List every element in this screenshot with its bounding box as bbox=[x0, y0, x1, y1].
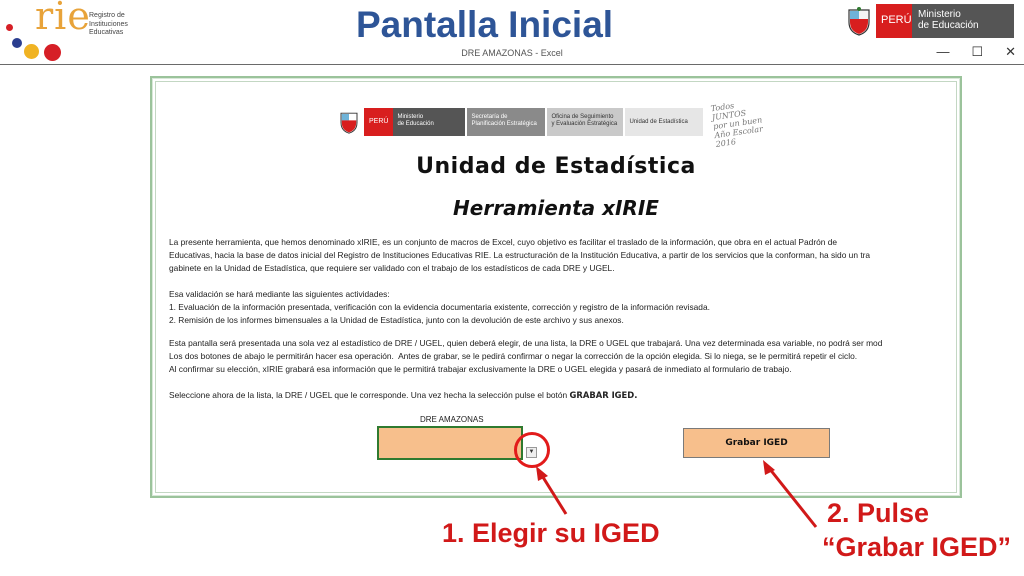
highlight-circle bbox=[514, 432, 550, 468]
dre-ugel-select[interactable] bbox=[377, 426, 523, 460]
excel-window-title: DRE AMAZONAS - Excel bbox=[461, 48, 563, 58]
excel-sheet: PERÚ Ministerio de Educación Secretaría … bbox=[150, 76, 962, 498]
rie-logo-dot-red bbox=[6, 24, 13, 31]
header-divider bbox=[0, 64, 1024, 65]
intro-paragraph: La presente herramienta, que hemos denom… bbox=[169, 237, 871, 273]
sheet-inner-border bbox=[155, 81, 957, 493]
dre-select-label: DRE AMAZONAS bbox=[420, 415, 484, 424]
minedu-name: Ministerio de Educación bbox=[912, 4, 1014, 38]
annotation-step2: 2. Pulse “Grabar IGED” bbox=[822, 496, 1016, 564]
select-instruction-text: Seleccione ahora de la lista, la DRE / U… bbox=[169, 390, 570, 400]
minimize-icon[interactable]: — bbox=[936, 44, 949, 60]
minedu-logo: PERÚ Ministerio de Educación bbox=[846, 4, 1014, 38]
rie-logo-word: rie bbox=[35, 0, 91, 38]
logo-slogan: Todos JUNTOS por un buen Año Escolar 201… bbox=[710, 100, 764, 149]
grabar-iged-button[interactable]: Grabar IGED bbox=[683, 428, 830, 458]
institution-logo-strip: PERÚ Ministerio de Educación Secretaría … bbox=[338, 101, 773, 148]
window-controls: — ☐ ✕ bbox=[936, 44, 1016, 60]
sheet-subtitle: Herramienta xIRIE bbox=[453, 196, 659, 220]
rie-logo-subtitle: Registro de Instituciones Educativas bbox=[89, 12, 128, 36]
peru-shield-icon bbox=[848, 7, 870, 36]
page-title: Pantalla Inicial bbox=[356, 4, 614, 45]
logo-unidad: Unidad de Estadística bbox=[625, 108, 704, 136]
logo-ministerio: Ministerio de Educación bbox=[393, 108, 466, 136]
minedu-peru-label: PERÚ bbox=[876, 4, 912, 38]
logo-secretaria: Secretaría de Planificación Estratégica bbox=[467, 108, 546, 136]
instructions-paragraph: Esta pantalla será presentada una sola v… bbox=[169, 338, 883, 374]
annotation-step2-line1: 2. Pulse bbox=[827, 498, 930, 528]
logo-oficina: Oficina de Seguimiento y Evaluación Estr… bbox=[547, 108, 624, 136]
maximize-icon[interactable]: ☐ bbox=[971, 44, 983, 60]
activities-paragraph: Esa validación se hará mediante las sigu… bbox=[169, 289, 710, 325]
rie-logo-dot-blue bbox=[12, 38, 22, 48]
annotation-step2-line2: “Grabar IGED” bbox=[822, 532, 1012, 562]
logo-peru: PERÚ bbox=[364, 108, 394, 136]
sheet-title: Unidad de Estadística bbox=[416, 154, 696, 179]
select-instruction: Seleccione ahora de la lista, la DRE / U… bbox=[169, 389, 949, 402]
annotation-step1: 1. Elegir su IGED bbox=[442, 518, 660, 548]
close-icon[interactable]: ✕ bbox=[1005, 44, 1016, 60]
select-instruction-bold: GRABAR IGED. bbox=[569, 390, 638, 400]
peru-shield-icon bbox=[340, 112, 358, 134]
